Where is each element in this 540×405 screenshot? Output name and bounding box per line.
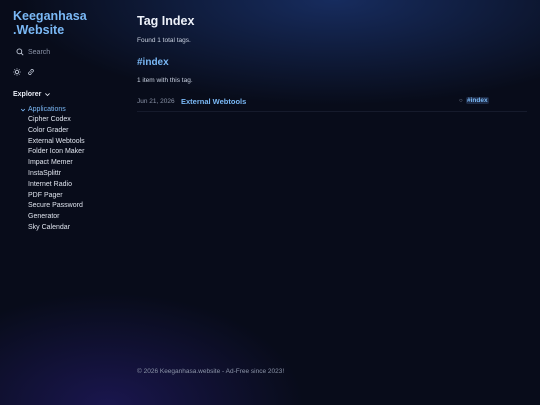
explorer-item[interactable]: InstaSplittr <box>28 169 122 180</box>
tag-chip[interactable]: #index <box>466 97 489 104</box>
explorer-item[interactable]: Sky Calendar <box>28 223 122 234</box>
explorer-item[interactable]: Color Grader <box>28 126 122 137</box>
explorer-toggle[interactable]: Explorer <box>13 91 122 98</box>
explorer-item[interactable]: Cipher Codex <box>28 115 122 126</box>
tag-count-text: 1 item with this tag. <box>137 77 193 84</box>
toolbar <box>13 67 122 77</box>
site-title-line2[interactable]: .Website <box>13 23 122 38</box>
explorer-item[interactable]: External Webtools <box>28 137 122 148</box>
list-item: Jun 21, 2026 External Webtools ○ #index <box>137 97 527 112</box>
explorer-item[interactable]: PDF Pager <box>28 191 122 202</box>
explorer-item[interactable]: Secure Password <box>28 201 122 212</box>
sun-icon[interactable] <box>13 68 21 76</box>
explorer-item[interactable]: Impact Memer <box>28 158 122 169</box>
entry-date: Jun 21, 2026 <box>137 98 175 105</box>
tag-summary: Found 1 total tags. <box>137 37 191 44</box>
search-icon <box>16 48 24 56</box>
folder-applications[interactable]: Applications <box>20 106 122 113</box>
chevron-down-icon <box>45 93 51 97</box>
tag-heading-link[interactable]: #index <box>137 57 527 68</box>
footer: © 2026 Keeganhasa.website - Ad-Free sinc… <box>137 368 285 375</box>
bullet-icon: ○ <box>459 98 463 104</box>
entry-title-link[interactable]: External Webtools <box>181 97 246 106</box>
sidebar: Keeganhasa .Website Search Explorer Appl… <box>0 0 122 405</box>
site-title[interactable]: Keeganhasa .Website <box>13 9 122 38</box>
explorer-item[interactable]: Internet Radio <box>28 180 122 191</box>
link-icon[interactable] <box>27 68 35 76</box>
search-placeholder: Search <box>28 48 51 56</box>
explorer-label: Explorer <box>13 91 42 98</box>
folder-label: Applications <box>28 106 66 113</box>
explorer-list: Cipher Codex Color Grader External Webto… <box>28 115 122 234</box>
chevron-down-icon <box>20 108 26 111</box>
site-title-line1[interactable]: Keeganhasa <box>13 9 122 24</box>
search-button[interactable]: Search <box>13 44 111 60</box>
page-title: Tag Index <box>137 14 195 28</box>
explorer-item[interactable]: Generator <box>28 212 122 223</box>
explorer-item[interactable]: Folder Icon Maker <box>28 147 122 158</box>
main-content: Tag Index Found 1 total tags. #index 1 i… <box>137 14 527 112</box>
